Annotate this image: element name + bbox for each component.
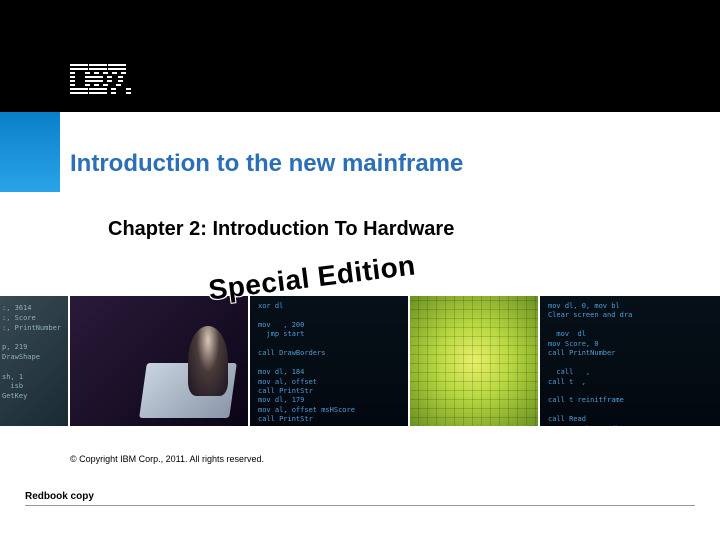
code-snippet: xor dl mov , 200 jmp start call DrawBord…	[258, 302, 355, 425]
copyright-text: © Copyright IBM Corp., 2011. All rights …	[70, 454, 264, 464]
page-title: Introduction to the new mainframe	[70, 150, 463, 178]
footer-rule	[25, 505, 695, 506]
banner-panel-code-left: :, 3614 :, Score :, PrintNumber p, 219 D…	[0, 296, 70, 426]
banner-panel-code-center: xor dl mov , 200 jmp start call DrawBord…	[250, 296, 410, 426]
image-banner: :, 3614 :, Score :, PrintNumber p, 219 D…	[0, 296, 720, 426]
ibm-logo	[70, 64, 131, 94]
header-bar	[0, 0, 720, 112]
redbook-label: Redbook copy	[25, 491, 94, 502]
chapter-heading: Chapter 2: Introduction To Hardware	[108, 218, 454, 241]
code-snippet: :, 3614 :, Score :, PrintNumber p, 219 D…	[2, 304, 61, 402]
code-snippet: mov dl, 0, mov bl Clear screen and dra m…	[548, 302, 632, 426]
accent-strip	[0, 112, 60, 192]
banner-panel-person	[70, 296, 250, 426]
banner-panel-code-right: mov dl, 0, mov bl Clear screen and dra m…	[540, 296, 720, 426]
banner-panel-chip	[410, 296, 540, 426]
